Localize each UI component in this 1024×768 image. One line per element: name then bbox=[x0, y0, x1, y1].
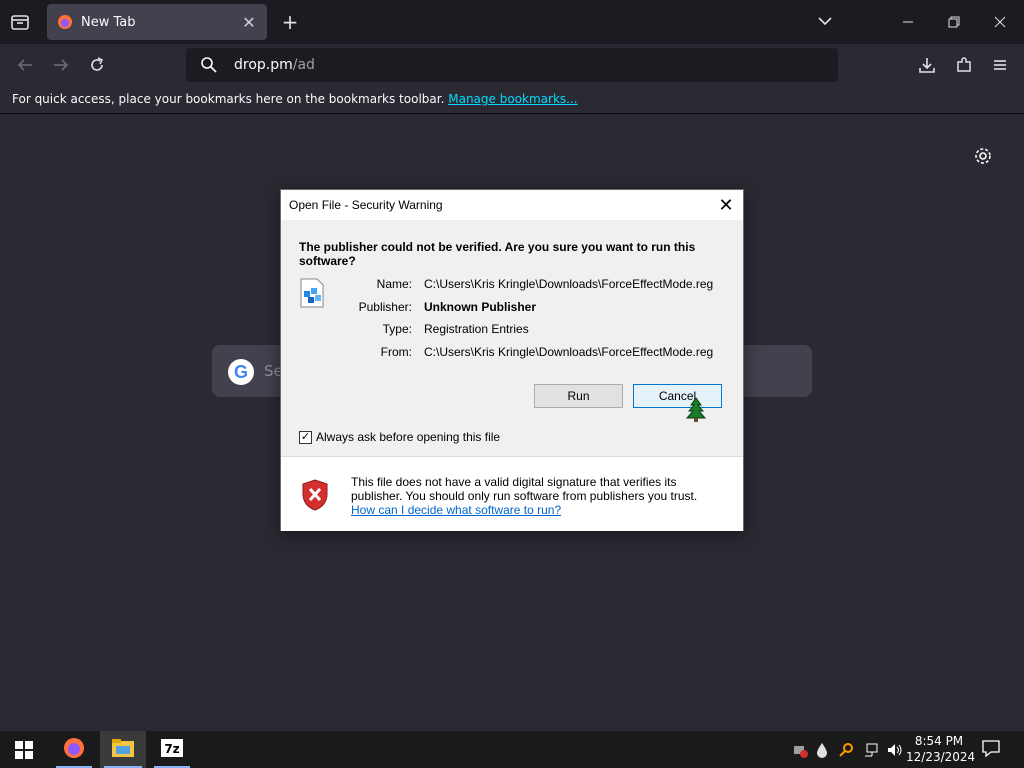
clock-date: 12/23/2024 bbox=[906, 750, 976, 764]
tray-network-error-icon[interactable] bbox=[790, 731, 810, 768]
field-label: Publisher: bbox=[358, 300, 412, 314]
tree-cursor-icon bbox=[685, 397, 707, 427]
warning-message: This file does not have a valid digital … bbox=[351, 475, 731, 517]
field-publisher-row: Publisher: Unknown Publisher bbox=[341, 300, 741, 314]
checkbox-label: Always ask before opening this file bbox=[316, 430, 501, 444]
firefox-icon bbox=[62, 736, 86, 764]
url-bar[interactable]: drop.pm/ad bbox=[186, 48, 838, 82]
taskbar-file-explorer[interactable] bbox=[100, 731, 146, 768]
manage-bookmarks-link[interactable]: Manage bookmarks... bbox=[448, 92, 577, 106]
windows-taskbar: 7z 8:54 PM 12/23/2024 bbox=[0, 731, 1024, 768]
extensions-icon[interactable] bbox=[953, 54, 975, 76]
start-button[interactable] bbox=[6, 731, 42, 768]
clock-time: 8:54 PM bbox=[914, 734, 964, 748]
field-value: C:\Users\Kris Kringle\Downloads\ForceEff… bbox=[424, 277, 714, 291]
firefox-icon bbox=[57, 14, 73, 30]
bookmarks-hint: For quick access, place your bookmarks h… bbox=[12, 92, 445, 106]
tray-volume-icon[interactable] bbox=[884, 731, 906, 768]
field-value: Unknown Publisher bbox=[424, 300, 537, 314]
7zip-icon: 7z bbox=[160, 738, 184, 762]
security-warning-dialog: Open File - Security Warning ✕ The publi… bbox=[280, 189, 744, 531]
close-tab-icon[interactable]: ✕ bbox=[237, 13, 261, 32]
run-button[interactable]: Run bbox=[534, 384, 623, 408]
minimize-button[interactable] bbox=[898, 12, 918, 32]
google-logo-icon: G bbox=[228, 359, 254, 385]
field-from-row: From: C:\Users\Kris Kringle\Downloads\Fo… bbox=[341, 345, 741, 359]
field-type-row: Type: Registration Entries bbox=[341, 322, 741, 336]
dialog-footer: This file does not have a valid digital … bbox=[281, 457, 743, 531]
warning-text: This file does not have a valid digital … bbox=[351, 475, 698, 503]
field-label: Name: bbox=[376, 277, 412, 291]
close-window-button[interactable] bbox=[990, 12, 1010, 32]
dialog-close-button[interactable]: ✕ bbox=[715, 194, 737, 216]
list-all-tabs-icon[interactable] bbox=[816, 12, 834, 34]
tray-droplet-icon[interactable] bbox=[813, 731, 831, 768]
checkbox-checked-icon[interactable]: ✓ bbox=[299, 430, 312, 444]
cancel-button[interactable]: Cancel bbox=[633, 384, 722, 408]
svg-text:7z: 7z bbox=[164, 742, 179, 756]
url-path: /ad bbox=[292, 57, 315, 73]
taskbar-firefox[interactable] bbox=[52, 731, 96, 768]
help-link[interactable]: How can I decide what software to run? bbox=[351, 503, 561, 517]
url-host: drop.pm bbox=[234, 57, 293, 73]
dialog-question: The publisher could not be verified. Are… bbox=[299, 240, 696, 268]
back-icon[interactable] bbox=[14, 54, 36, 76]
system-clock[interactable]: 8:54 PM 12/23/2024 bbox=[906, 733, 976, 765]
tray-search-icon[interactable] bbox=[836, 731, 856, 768]
field-value: C:\Users\Kris Kringle\Downloads\ForceEff… bbox=[424, 345, 714, 359]
field-label: Type: bbox=[382, 322, 412, 336]
menu-icon[interactable] bbox=[989, 54, 1011, 76]
shield-warning-icon bbox=[301, 479, 329, 511]
restore-button[interactable] bbox=[944, 12, 964, 32]
firefox-view-icon[interactable] bbox=[10, 12, 30, 36]
taskbar-7zip[interactable]: 7z bbox=[150, 731, 194, 768]
field-value: Registration Entries bbox=[424, 322, 529, 336]
search-icon bbox=[200, 56, 218, 74]
dialog-title: Open File - Security Warning bbox=[289, 198, 443, 212]
url-text: drop.pm/ad bbox=[234, 57, 315, 73]
tab-bar: New Tab ✕ + bbox=[0, 0, 1024, 44]
file-explorer-icon bbox=[111, 738, 135, 762]
dialog-titlebar: Open File - Security Warning ✕ bbox=[281, 190, 743, 220]
tab-title: New Tab bbox=[81, 14, 136, 30]
notification-center-icon[interactable] bbox=[980, 737, 1004, 761]
settings-gear-icon[interactable] bbox=[972, 145, 994, 167]
navigation-bar: drop.pm/ad bbox=[0, 44, 1024, 86]
downloads-icon[interactable] bbox=[916, 54, 938, 76]
field-label: From: bbox=[380, 345, 412, 359]
field-name-row: Name: C:\Users\Kris Kringle\Downloads\Fo… bbox=[341, 277, 741, 291]
reload-icon[interactable] bbox=[86, 54, 108, 76]
tray-network-icon[interactable] bbox=[860, 731, 882, 768]
bookmarks-toolbar: For quick access, place your bookmarks h… bbox=[0, 86, 1024, 114]
always-ask-checkbox[interactable]: ✓ Always ask before opening this file bbox=[299, 430, 500, 444]
new-tab-button[interactable]: + bbox=[280, 10, 300, 34]
registry-file-icon bbox=[299, 278, 325, 308]
tab-new-tab[interactable]: New Tab ✕ bbox=[47, 4, 267, 40]
forward-icon[interactable] bbox=[50, 54, 72, 76]
